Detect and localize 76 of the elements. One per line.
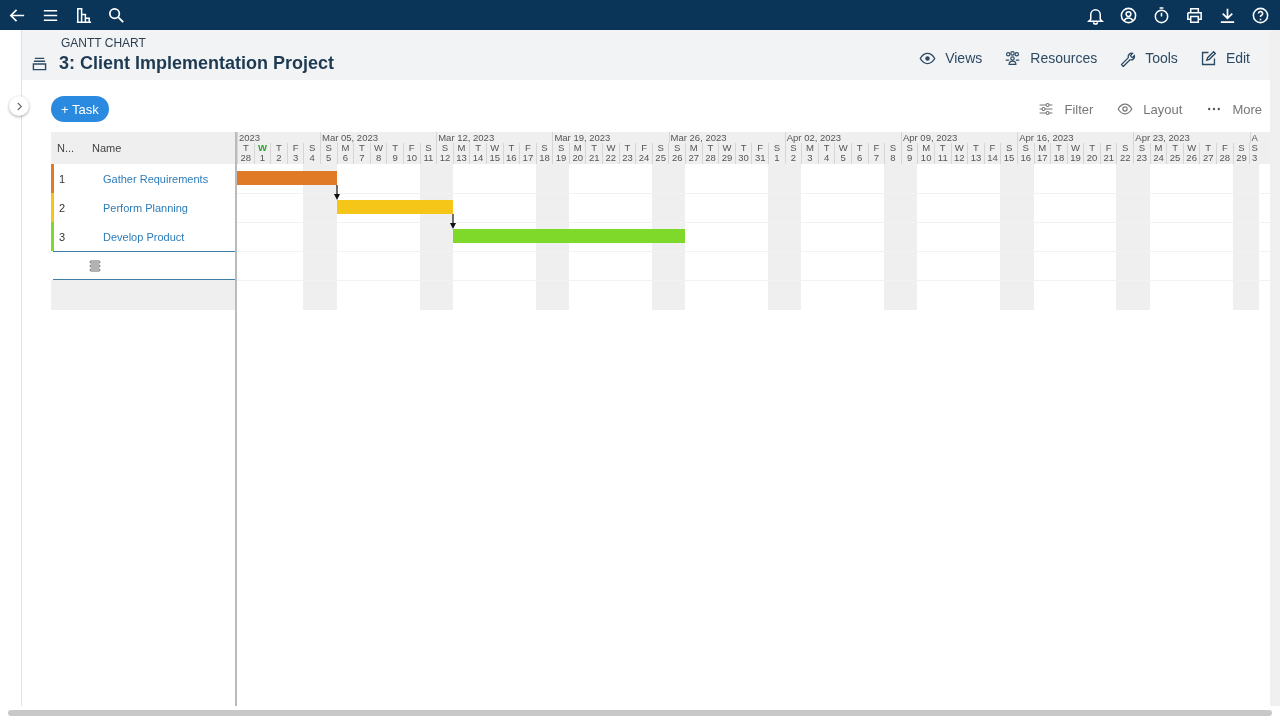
day-header-cell: F 21 [1099, 143, 1117, 164]
stopwatch-icon[interactable] [1152, 5, 1171, 25]
day-header-cell: F 10 [402, 143, 420, 164]
bar-chart-icon[interactable] [74, 5, 93, 25]
stack-icon [32, 56, 47, 71]
help-icon[interactable] [1251, 5, 1270, 25]
day-header-cell: T 23 [618, 143, 636, 164]
day-header-cell: W 15 [485, 143, 503, 164]
task-number: 3 [58, 230, 67, 243]
task-name-link[interactable]: Develop Product [103, 230, 185, 243]
day-header-cell: T 9 [386, 143, 403, 164]
day-header-cell: T 25 [1166, 143, 1183, 164]
task-number: 2 [58, 201, 67, 214]
edit-button[interactable]: Edit [1199, 49, 1250, 67]
day-header-cell: F 14 [983, 143, 1001, 164]
day-header-cell: T 28 [701, 143, 719, 164]
day-header-cell: T 20 [1083, 143, 1100, 164]
page-title: 3: Client Implementation Project [59, 53, 335, 74]
column-header: Name [92, 142, 122, 154]
day-header-cell: M 3 [801, 143, 818, 164]
day-header-cell: W 8 [369, 143, 387, 164]
day-header-cell: F 17 [519, 143, 536, 164]
day-header-cell: M 13 [452, 143, 470, 164]
chevron-right-icon [14, 101, 24, 111]
day-header-cell: T 14 [469, 143, 486, 164]
more-button[interactable]: More [1206, 101, 1262, 117]
section-label: GANTT CHART [60, 36, 147, 50]
day-header-cell: M 27 [685, 143, 702, 164]
day-header-cell: W 5 [834, 143, 851, 164]
add-task-button[interactable]: + Task [51, 96, 109, 122]
day-header-cell: T 27 [1199, 143, 1217, 164]
day-header-cell: T 18 [1050, 143, 1067, 164]
tools-button[interactable]: Tools [1119, 49, 1178, 67]
horizontal-scrollbar[interactable] [8, 710, 1272, 716]
task-name-link[interactable]: Perform Planning [103, 201, 188, 214]
day-header-cell: M 17 [1033, 143, 1051, 164]
day-header-cell: W 29 [718, 143, 735, 164]
day-header-cell: T 11 [933, 143, 951, 164]
day-header-cell: T 13 [967, 143, 984, 164]
day-header-cell: W 19 [1066, 143, 1084, 164]
day-header-cell: T 4 [817, 143, 835, 164]
filter-button[interactable]: Filter [1038, 101, 1094, 117]
day-header-cell: F 24 [635, 143, 652, 164]
user-circle-icon[interactable] [1119, 5, 1138, 25]
day-header-cell: F 3 [286, 143, 304, 164]
day-header-cell: T 2 [270, 143, 287, 164]
day-header-cell: M 24 [1149, 143, 1167, 164]
day-header-cell: M 10 [917, 143, 934, 164]
day-header-cell: F 28 [1216, 143, 1233, 164]
day-header-cell: W 22 [602, 143, 619, 164]
day-header-cell: W 26 [1182, 143, 1200, 164]
eye-icon [1117, 101, 1134, 117]
day-header-cell: T 21 [585, 143, 603, 164]
layout-button[interactable]: Layout [1117, 101, 1183, 117]
day-header-cell: T 30 [734, 143, 752, 164]
day-header-cell: T 28 [237, 143, 254, 164]
day-header-cell: M 20 [568, 143, 586, 164]
day-header-cell: F 31 [751, 143, 768, 164]
add-row-icon[interactable] [89, 259, 101, 272]
day-header-cell: F 7 [867, 143, 885, 164]
day-header-cell: W 1 [253, 143, 271, 164]
column-header: N... [56, 142, 76, 154]
day-header-cell: T 6 [850, 143, 868, 164]
search-icon[interactable] [107, 5, 126, 25]
resources-button[interactable]: Resources [1004, 49, 1098, 67]
views-button[interactable]: Views [919, 49, 983, 67]
day-header-cell: W 12 [950, 143, 968, 164]
edit-icon [1199, 49, 1217, 67]
task-name-link[interactable]: Gather Requirements [103, 172, 209, 185]
sliders-icon [1038, 101, 1055, 117]
task-number: 1 [58, 172, 67, 185]
day-header-cell: M 6 [336, 143, 354, 164]
day-header-cell: T 16 [502, 143, 520, 164]
printer-icon[interactable] [1185, 5, 1204, 25]
people-icon [1004, 49, 1022, 67]
day-header-cell: T 7 [353, 143, 370, 164]
